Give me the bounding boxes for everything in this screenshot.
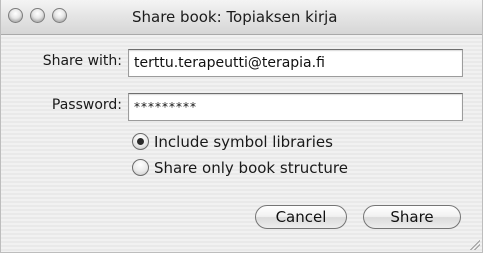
radio-label: Share only book structure: [154, 159, 348, 177]
radio-dot-icon: [137, 138, 144, 145]
title-bar[interactable]: Share book: Topiaksen kirja: [1, 0, 482, 35]
share-with-field[interactable]: terttu.terapeutti@terapia.fi: [128, 49, 463, 77]
radio-label: Include symbol libraries: [154, 133, 333, 151]
minimize-window-icon[interactable]: [30, 8, 45, 23]
share-button[interactable]: Share: [363, 205, 461, 229]
radio-button-selected-icon[interactable]: [132, 133, 149, 150]
share-book-dialog: Share book: Topiaksen kirja Share with: …: [0, 0, 483, 253]
dialog-content: Share with: terttu.terapeutti@terapia.fi…: [1, 35, 482, 252]
cancel-button[interactable]: Cancel: [255, 205, 347, 229]
share-with-label: Share with:: [42, 53, 122, 69]
password-label: Password:: [51, 97, 122, 113]
resize-grip-icon[interactable]: [468, 238, 480, 250]
password-field[interactable]: *********: [128, 93, 463, 121]
radio-button-icon[interactable]: [132, 159, 149, 176]
close-window-icon[interactable]: [8, 8, 23, 23]
zoom-window-icon[interactable]: [52, 8, 67, 23]
window-title: Share book: Topiaksen kirja: [132, 8, 338, 26]
